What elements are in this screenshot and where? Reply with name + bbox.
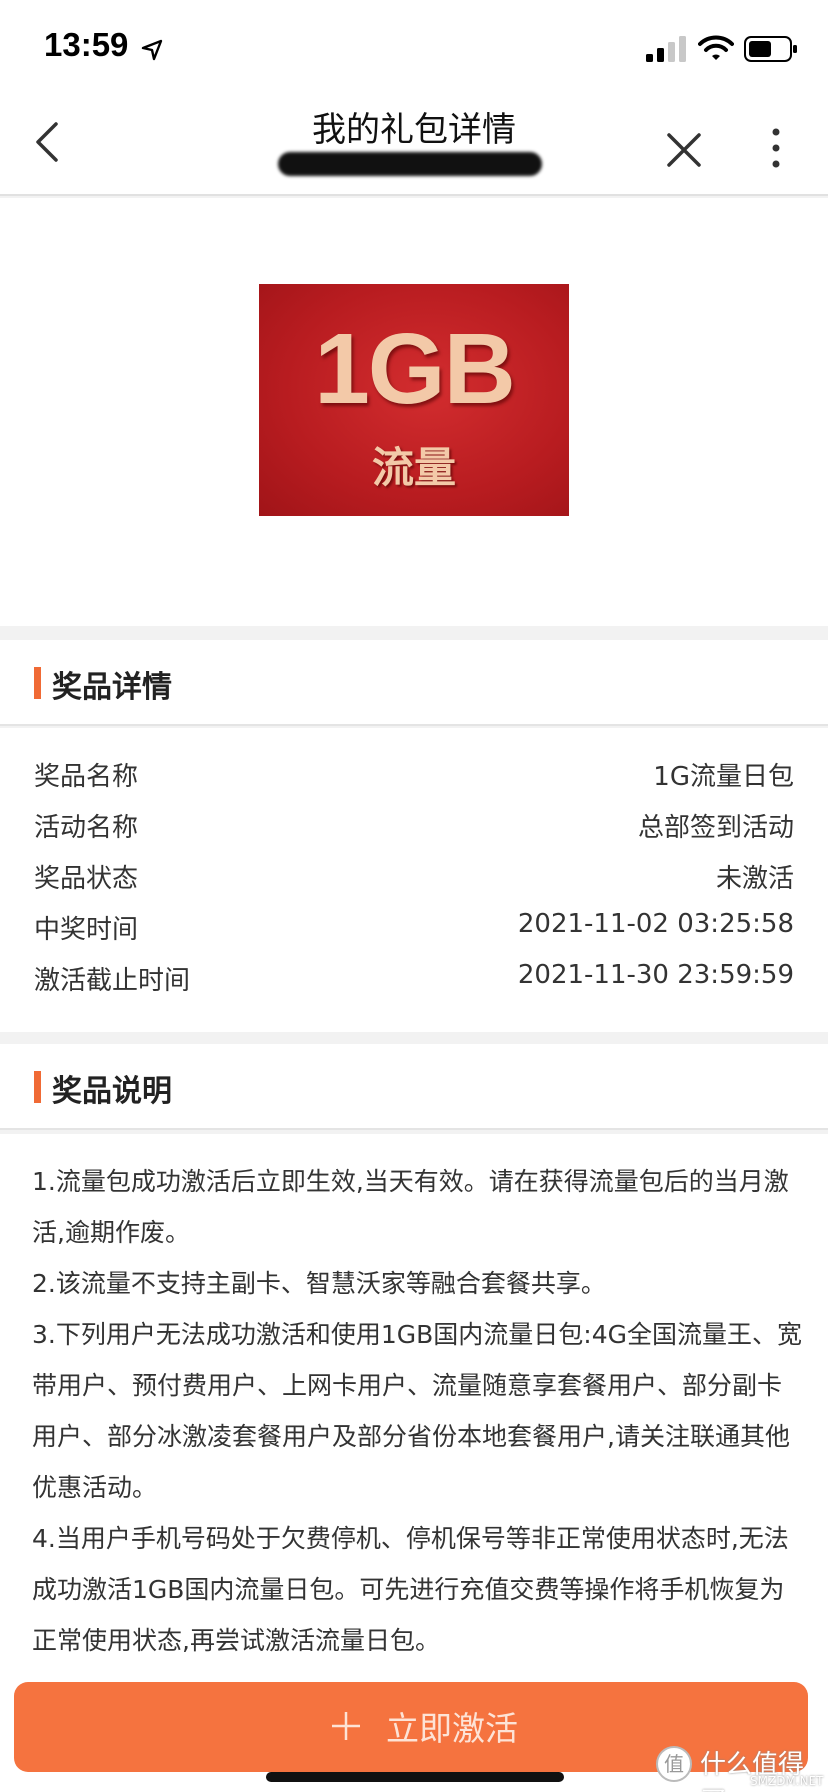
- note-paragraph: 4.当用户手机号码处于欠费停机、停机保号等非正常使用状态时,无法成功激活1GB国…: [32, 1524, 789, 1655]
- gift-image-label-text: 流量: [371, 443, 456, 492]
- section-title: 奖品详情: [52, 670, 172, 705]
- detail-label: 奖品状态: [34, 864, 139, 894]
- section-accent-bar: [34, 667, 41, 699]
- redaction-mark: [278, 152, 542, 176]
- gift-image-size-text: 1GB: [314, 313, 516, 425]
- detail-value: 2021-11-02 03:25:58: [517, 909, 794, 939]
- watermark: 值 什么值得买 SMZDM.NET: [656, 1740, 826, 1792]
- close-icon[interactable]: [666, 132, 702, 168]
- status-bar: 13:59: [0, 0, 828, 96]
- battery-icon: [744, 36, 797, 62]
- watermark-badge: 值: [656, 1746, 692, 1782]
- prize-notes-header: 奖品说明: [0, 1044, 828, 1130]
- section-accent-bar: [34, 1071, 41, 1103]
- detail-row: 中奖时间 2021-11-02 03:25:58: [0, 903, 828, 955]
- gift-image: 1GB 流量: [259, 284, 569, 516]
- location-arrow-icon: [141, 39, 163, 61]
- activate-label: 立即激活: [386, 1709, 518, 1748]
- detail-row: 激活截止时间 2021-11-30 23:59:59: [0, 954, 828, 1006]
- cellular-signal-icon: [646, 36, 686, 62]
- detail-value: 未激活: [715, 864, 794, 894]
- detail-label: 激活截止时间: [34, 966, 191, 996]
- watermark-small-text: SMZDM.NET: [750, 1774, 824, 1788]
- section-title: 奖品说明: [52, 1074, 172, 1109]
- more-icon[interactable]: [768, 126, 784, 170]
- detail-row: 奖品状态 未激活: [0, 852, 828, 904]
- note-paragraph: 2.该流量不支持主副卡、智慧沃家等融合套餐共享。: [32, 1269, 606, 1298]
- status-time: 13:59: [44, 26, 129, 63]
- gift-banner: 1GB 流量: [0, 198, 828, 626]
- detail-value: 2021-11-30 23:59:59: [517, 960, 794, 990]
- detail-label: 奖品名称: [34, 762, 139, 792]
- detail-value: 1G流量日包: [653, 762, 794, 792]
- prize-details-header: 奖品详情: [0, 640, 828, 726]
- wifi-icon: [698, 35, 734, 60]
- page-title: 我的礼包详情: [312, 110, 516, 150]
- detail-label: 活动名称: [34, 813, 139, 843]
- detail-row: 奖品名称 1G流量日包: [0, 750, 828, 802]
- nav-bar: 我的礼包详情: [0, 96, 828, 196]
- detail-value: 总部签到活动: [637, 813, 794, 843]
- note-paragraph: 3.下列用户无法成功激活和使用1GB国内流量日包:4G全国流量王、宽带用户、预付…: [32, 1320, 802, 1502]
- detail-label: 中奖时间: [34, 915, 139, 945]
- notes-text: 1.流量包成功激活后立即生效,当天有效。请在获得流量包后的当月激活,逾期作废。 …: [32, 1156, 802, 1666]
- prize-details: 奖品名称 1G流量日包 活动名称 总部签到活动 奖品状态 未激活 中奖时间 20…: [0, 728, 828, 1032]
- prize-notes: 1.流量包成功激活后立即生效,当天有效。请在获得流量包后的当月激活,逾期作废。 …: [0, 1134, 828, 1674]
- plus-icon: [332, 1712, 360, 1740]
- note-paragraph: 1.流量包成功激活后立即生效,当天有效。请在获得流量包后的当月激活,逾期作废。: [32, 1167, 789, 1247]
- redacted-phone-number: [278, 146, 542, 180]
- detail-row: 活动名称 总部签到活动: [0, 801, 828, 853]
- home-indicator: [266, 1772, 564, 1782]
